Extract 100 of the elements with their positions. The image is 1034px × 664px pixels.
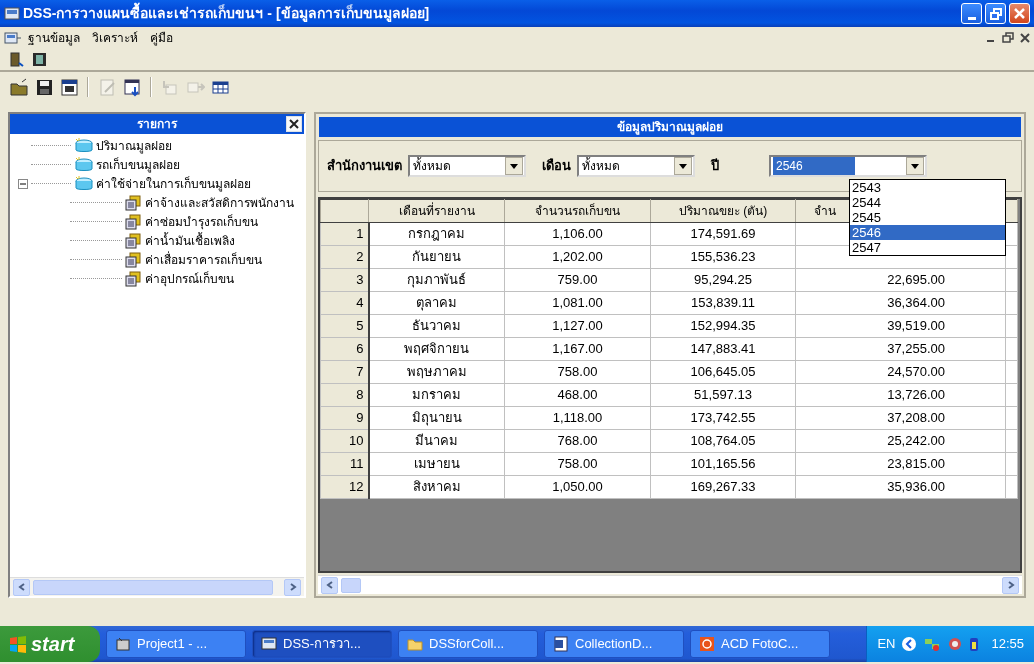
row-header: 11 [320,452,369,476]
tree-item[interactable]: ค่าใช้จ่ายในการเก็บขนมูลฝอย [96,174,251,193]
table-cell: 155,536.23 [650,245,796,269]
filter-label: สำนักงานเขต [327,157,402,176]
document-icon [4,30,22,45]
row-header: 9 [320,406,369,430]
table-cell: 24,570.00 [795,360,1006,384]
restore-button[interactable] [985,3,1006,24]
dropdown-field[interactable]: 2546 [769,155,927,177]
dropdown-option[interactable]: 2543 [850,180,1005,195]
battery-icon[interactable] [969,636,980,652]
table-cell: 36,364.00 [795,291,1006,315]
folder-button[interactable] [8,76,30,98]
start-button[interactable]: start [0,626,100,662]
menu-item[interactable]: คู่มือ [144,28,179,47]
tree-item[interactable]: ค่าจ้างและสวัสดิการพนักงาน [145,193,294,212]
taskbar-button[interactable]: CollectionD... [544,630,684,658]
dropdown-arrow-icon [510,163,518,169]
row-header: 7 [320,360,369,384]
table-cell: 768.00 [504,429,651,453]
table-cell: 1,202.00 [504,245,651,269]
dropdown-arrow-icon [679,163,687,169]
report-icon [124,270,142,287]
table-cell: 25,242.00 [795,429,1006,453]
table-cell: 37,255.00 [795,337,1006,361]
speaker-icon[interactable] [947,636,964,652]
table-cell: 23,815.00 [795,452,1006,476]
taskbar-button[interactable]: Project1 - ... [106,630,246,658]
filter-label: ปี [711,157,719,176]
taskbar-button[interactable]: DSSforColl... [398,630,538,658]
table-cell: 101,165.56 [650,452,796,476]
row-header: 8 [320,383,369,407]
film-strip-icon[interactable] [31,50,48,68]
restore-icon [989,7,1002,20]
table-cell: 169,267.33 [650,475,796,499]
database-icon [73,137,93,154]
row-header: 1 [320,222,369,246]
row-header: 2 [320,245,369,269]
table-cell: 1,106.00 [504,222,651,246]
expand-tray-icon[interactable] [901,636,918,652]
table-cell: พฤษภาคม [368,360,505,384]
window-button[interactable] [58,76,80,98]
form-button[interactable] [121,76,143,98]
tree-item[interactable]: ค่าอุปกรณ์เก็บขน [145,269,234,288]
horizontal-scrollbar[interactable] [318,575,1022,594]
menu-item[interactable]: ฐานข้อมูล [22,28,86,47]
tree-item[interactable]: ค่าน้ำมันเชื้อเพลิง [145,231,235,250]
window-icon [59,77,79,97]
tree-item[interactable]: ค่าเสื่อมราคารถเก็บขน [145,250,262,269]
minimize-button[interactable] [961,3,982,24]
close-icon [287,117,301,131]
close-icon[interactable] [1020,31,1030,44]
collapse-icon[interactable] [18,178,28,189]
table-cell: 1,081.00 [504,291,651,315]
scroll-thumb[interactable] [341,577,361,593]
table-cell: มกราคม [368,383,505,407]
table-cell: 95,294.25 [650,268,796,292]
restore-icon[interactable] [1002,31,1014,44]
table-cell: 1,167.00 [504,337,651,361]
dropdown-field[interactable]: ทั้งหมด [408,155,526,177]
table-cell: 758.00 [504,452,651,476]
dropdown-field[interactable]: ทั้งหมด [577,155,695,177]
filter-label: เดือน [542,157,571,176]
close-icon [1014,8,1025,19]
scroll-thumb[interactable] [33,579,273,595]
scroll-right-button[interactable] [1002,576,1019,594]
table-cell: 37,208.00 [795,406,1006,430]
table-cell: 51,597.13 [650,383,796,407]
dropdown-option[interactable]: 2547 [850,240,1005,255]
scroll-left-button[interactable] [13,578,30,596]
tree-item[interactable]: ค่าซ่อมบำรุงรถเก็บขน [145,212,258,231]
tree-item[interactable]: ปริมาณมูลฝอย [96,136,172,155]
table-cell: มิถุนายน [368,406,505,430]
column-header: ปริมาณขยะ (ตัน) [650,199,796,223]
table-cell: 106,645.05 [650,360,796,384]
tree-item[interactable]: รถเก็บขนมูลฝอย [96,155,180,174]
table-cell: กุมภาพันธ์ [368,268,505,292]
database-icon [73,156,93,173]
windows-logo-icon [8,634,28,654]
dropdown-option[interactable]: 2546 [850,225,1005,240]
window-title: DSS-การวางแผนซื้อและเช่ารถเก็บขนฯ - [ข้อมูลการเก็บขนมูลฝอย] [23,3,430,24]
menu-item[interactable]: วิเคราะห์ [86,28,144,47]
table-cell: กรกฎาคม [368,222,505,246]
edit-icon [97,77,117,97]
scroll-left-button[interactable] [321,576,338,594]
table-cell: เมษายน [368,452,505,476]
taskbar-button[interactable]: DSS-การวา... [252,630,392,658]
row-header: 12 [320,475,369,499]
folder-icon [9,77,29,97]
column-header: จำนวนรถเก็บขน [504,199,651,223]
dropdown-option[interactable]: 2545 [850,210,1005,225]
close-button[interactable] [286,116,302,132]
table-cell: 1,050.00 [504,475,651,499]
table-cell: 108,764.05 [650,429,796,453]
save-icon [34,77,54,97]
horizontal-scrollbar[interactable] [10,577,304,596]
exit-door-icon[interactable] [8,50,25,68]
table-cell: 758.00 [504,360,651,384]
scroll-right-button[interactable] [284,578,301,596]
taskbar-button[interactable]: ACD FotoC... [690,630,830,658]
